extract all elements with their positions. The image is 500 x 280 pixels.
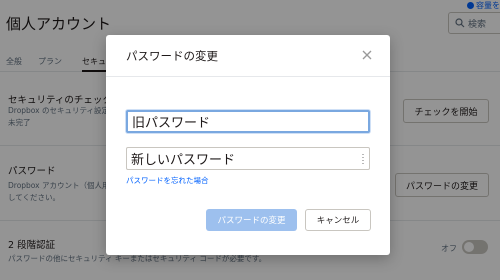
forgot-password-link[interactable]: パスワードを忘れた場合 bbox=[126, 175, 209, 186]
old-password-placeholder: 旧パスワード bbox=[132, 116, 211, 131]
new-password-placeholder: 新しいパスワード bbox=[131, 153, 236, 168]
cancel-button[interactable]: キャンセル bbox=[305, 209, 371, 231]
new-password-field[interactable]: 新しいパスワード bbox=[126, 147, 370, 170]
dialog-title: パスワードの変更 bbox=[126, 49, 218, 63]
old-password-field[interactable]: 旧パスワード bbox=[126, 110, 370, 133]
close-icon bbox=[362, 50, 372, 60]
close-button[interactable] bbox=[360, 48, 374, 62]
change-password-dialog: パスワードの変更 旧パスワード 新しいパスワード パスワードを忘れた場合 パスワ… bbox=[106, 35, 390, 255]
password-manager-grip-icon bbox=[362, 154, 364, 165]
change-password-submit-button[interactable]: パスワードの変更 bbox=[206, 209, 297, 231]
dialog-header: パスワードの変更 bbox=[106, 35, 390, 77]
